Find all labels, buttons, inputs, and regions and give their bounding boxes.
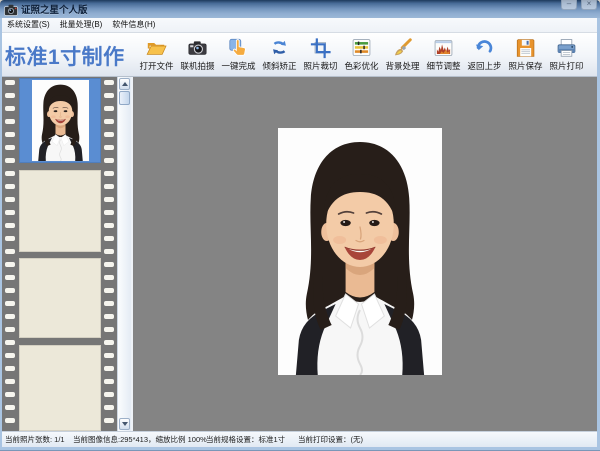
one-click-hand-icon: [229, 38, 246, 56]
toolbar-button-label: 细节调整: [426, 61, 461, 71]
toolbar-button-label: 照片裁切: [303, 61, 338, 71]
menu-software-info[interactable]: 软件信息(H): [107, 18, 160, 32]
open-file-button[interactable]: 打开文件: [136, 35, 177, 75]
open-folder-icon: [146, 42, 167, 55]
film-sprocket-holes-right: [104, 80, 114, 423]
filmstrip-panel: [2, 77, 117, 431]
toolbar-button-label: 返回上步: [467, 61, 502, 71]
filmstrip-empty-frame: [19, 170, 101, 252]
scroll-down-button[interactable]: [119, 418, 130, 430]
printer-icon: [557, 39, 576, 57]
film-sprocket-holes-left: [5, 80, 15, 423]
save-photo-button[interactable]: 照片保存: [505, 35, 546, 75]
status-print-setting: 当前打印设置：(无): [298, 435, 363, 444]
menu-bar: 系统设置(S) 批量处理(B) 软件信息(H): [0, 18, 600, 33]
status-bar: 当前照片张数: 1/1 当前图像信息:295*413，缩放比例 100% 当前规…: [0, 431, 600, 447]
detail-adjust-button[interactable]: 细节调整: [423, 35, 464, 75]
one-click-finish-button[interactable]: 一键完成: [218, 35, 259, 75]
toolbar-button-label: 背景处理: [385, 61, 420, 71]
minimize-button[interactable]: –: [561, 0, 577, 10]
camera-capture-button[interactable]: 联机拍摄: [177, 35, 218, 75]
arrow-down-icon: [121, 422, 128, 426]
close-button[interactable]: ×: [581, 0, 597, 10]
toolbar-button-label: 色彩优化: [344, 61, 379, 71]
toolbar-buttons: 打开文件 联机拍摄 一键完成 倾斜矫正 照片裁切 色彩优化 背景处理 细节调整 …: [136, 35, 587, 75]
panel-divider: [131, 77, 133, 431]
filmstrip-empty-frame: [19, 345, 101, 431]
toolbar-button-label: 照片保存: [508, 61, 543, 71]
print-photo-button[interactable]: 照片打印: [546, 35, 587, 75]
menu-system-settings[interactable]: 系统设置(S): [2, 18, 55, 32]
scroll-up-button[interactable]: [119, 78, 130, 90]
color-bars-icon: [352, 39, 371, 56]
paint-brush-icon: [394, 38, 412, 56]
background-process-button[interactable]: 背景处理: [382, 35, 423, 75]
app-camera-icon: [4, 4, 18, 16]
color-optimize-button[interactable]: 色彩优化: [341, 35, 382, 75]
menu-batch-process[interactable]: 批量处理(B): [55, 18, 108, 32]
status-spec-setting: 当前规格设置：标准1寸: [206, 435, 286, 444]
photo-crop-button[interactable]: 照片裁切: [300, 35, 341, 75]
window-border-left: [0, 18, 2, 447]
status-photo-count: 当前照片张数: 1/1: [5, 435, 65, 444]
toolbar: 标准1寸制作 打开文件 联机拍摄 一键完成 倾斜矫正 照片裁切 色彩优化 背景处…: [0, 33, 600, 77]
app-window: 证照之星个人版 – × 系统设置(S) 批量处理(B) 软件信息(H) 标准1寸…: [0, 0, 600, 451]
editing-canvas: [133, 77, 597, 431]
toolbar-button-label: 照片打印: [549, 61, 584, 71]
title-bar: 证照之星个人版 – ×: [0, 0, 600, 18]
filmstrip-scrollbar[interactable]: [117, 77, 131, 431]
window-border-bottom: [0, 447, 600, 451]
current-photo[interactable]: [278, 128, 442, 375]
toolbar-button-label: 倾斜矫正: [262, 61, 297, 71]
window-title: 证照之星个人版: [21, 5, 88, 16]
toolbar-button-label: 联机拍摄: [180, 61, 215, 71]
toolbar-button-label: 打开文件: [139, 61, 174, 71]
scrollbar-thumb[interactable]: [119, 91, 130, 105]
undo-step-button[interactable]: 返回上步: [464, 35, 505, 75]
crop-icon: [310, 38, 331, 59]
status-image-info: 当前图像信息:295*413，缩放比例 100%: [73, 435, 207, 444]
thumbnail-portrait: [32, 80, 89, 161]
tilt-correction-button[interactable]: 倾斜矫正: [259, 35, 300, 75]
filmstrip-empty-frame: [19, 258, 101, 338]
portrait-photo: [278, 128, 442, 375]
mode-title: 标准1寸制作: [5, 46, 125, 69]
arrow-up-icon: [121, 82, 128, 86]
histogram-icon: [434, 40, 453, 56]
toolbar-button-label: 一键完成: [221, 61, 256, 71]
rotate-arrows-icon: [273, 40, 286, 55]
camera-icon: [188, 41, 207, 55]
undo-arrow-icon: [475, 40, 493, 53]
filmstrip-thumbnail-selected[interactable]: [19, 78, 101, 163]
save-floppy-icon: [516, 39, 535, 57]
